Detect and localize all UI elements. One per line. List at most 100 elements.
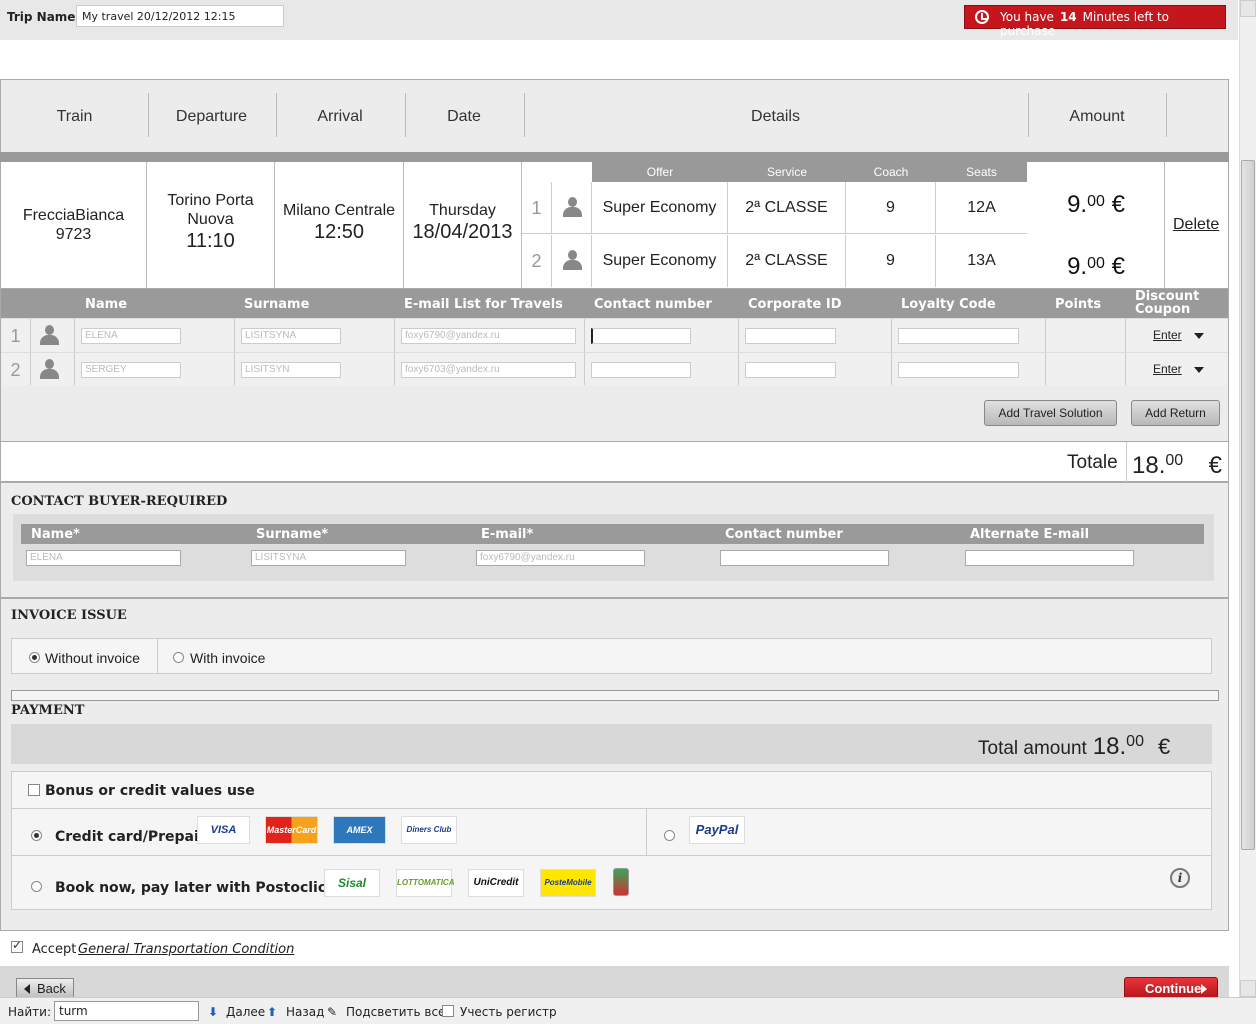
divider (646, 809, 647, 855)
amount-dec: 00 (1087, 255, 1105, 272)
header-train: Train (56, 108, 93, 125)
highlight-icon[interactable]: ✎ (327, 1005, 337, 1019)
vertical-scrollbar[interactable] (1239, 0, 1256, 997)
loyalty-input[interactable] (898, 362, 1019, 378)
contact-buyer-title: CONTACT BUYER-REQUIRED (11, 494, 228, 509)
name-input[interactable]: ELENA (81, 328, 181, 344)
contact-buyer-header: Name* Surname* E-mail* Contact number Al… (21, 524, 1204, 544)
add-return-button[interactable]: Add Return (1131, 400, 1220, 426)
postoclick-radio[interactable] (31, 881, 42, 892)
arrival-cell: Milano Centrale 12:50 (275, 162, 404, 288)
train-row: FrecciaBianca 9723 Torino Porta Nuova 11… (0, 162, 1229, 288)
arrow-up-icon[interactable]: ⬆ (267, 1005, 277, 1019)
departure-cell: Torino Porta Nuova 11:10 (147, 162, 275, 288)
seat-row: 2 Super Economy 2ª CLASSE 9 13A (522, 235, 1027, 287)
corporate-input[interactable] (745, 328, 836, 344)
divider (1164, 162, 1165, 288)
scroll-down-arrow[interactable] (1240, 980, 1256, 997)
continue-button[interactable]: Continue (1124, 977, 1218, 997)
discount-cell: Enter (1125, 353, 1228, 387)
travel-date: 18/04/2013 (412, 221, 513, 243)
loyalty-input[interactable] (898, 328, 1019, 344)
delete-link[interactable]: Delete (1173, 216, 1219, 234)
scroll-up-arrow[interactable] (1240, 0, 1256, 17)
journey-header: Train Departure Arrival Date Details Amo… (0, 79, 1229, 152)
invoice-title: INVOICE ISSUE (11, 608, 127, 623)
postoclick-label[interactable]: Book now, pay later with Postoclick (55, 880, 335, 896)
seat-row: 1 Super Economy 2ª CLASSE 9 12A (522, 182, 1027, 234)
accept-checkbox[interactable] (11, 938, 23, 953)
total-int: 18. (1132, 452, 1166, 479)
visa-logo: VISA (197, 816, 250, 844)
surname-input[interactable]: LISITSYN (241, 362, 341, 378)
scroll-thumb[interactable] (1241, 160, 1255, 850)
contact-cell (584, 319, 738, 353)
email-input[interactable]: foxy6703@yandex.ru (401, 362, 576, 378)
find-next-button[interactable]: Далее (226, 1005, 265, 1019)
total-label: Totale (1067, 452, 1118, 473)
offer-header: Offer (646, 165, 674, 179)
info-icon[interactable]: i (1170, 868, 1190, 888)
paypal-radio[interactable] (664, 830, 675, 841)
chevron-down-icon[interactable] (1194, 333, 1204, 339)
train-name: FrecciaBianca (22, 207, 125, 224)
without-invoice-radio[interactable] (29, 652, 40, 663)
credit-card-radio[interactable] (31, 830, 42, 841)
find-prev-button[interactable]: Назад (286, 1005, 324, 1019)
email-cell: foxy6790@yandex.ru (394, 319, 584, 353)
loyalty-cell (891, 319, 1045, 353)
arrow-down-icon[interactable]: ⬇ (208, 1005, 218, 1019)
col-alt-email: Alternate E-mail (970, 527, 1090, 542)
surname-input[interactable]: LISITSYNA (241, 328, 341, 344)
contact-input[interactable] (591, 328, 691, 344)
contact-input[interactable] (591, 362, 691, 378)
without-invoice-label[interactable]: Without invoice (45, 650, 140, 666)
currency: € (1111, 191, 1125, 218)
match-case-checkbox[interactable] (442, 1005, 454, 1017)
divider (12, 808, 1211, 809)
buyer-name-input[interactable]: ELENA (26, 550, 181, 566)
currency: € (1208, 452, 1222, 479)
name-input[interactable]: SERGEY (81, 362, 181, 378)
train-cell: FrecciaBianca 9723 (1, 162, 147, 288)
lottomatica-logo: LOTTOMATICA (396, 869, 454, 897)
highlight-all-button[interactable]: Подсветить все (346, 1005, 445, 1019)
match-case-label[interactable]: Учесть регистр (460, 1005, 557, 1019)
find-bar: Найти: turm ⬇ Далее ⬆ Назад ✎ Подсветить… (0, 997, 1256, 1024)
add-travel-solution-button[interactable]: Add Travel Solution (984, 400, 1117, 426)
buyer-contact-input[interactable] (720, 550, 889, 566)
find-input[interactable]: turm (54, 1001, 199, 1021)
corporate-input[interactable] (745, 362, 836, 378)
payment-total-int: 18. (1092, 733, 1127, 760)
bonus-label[interactable]: Bonus or credit values use (45, 783, 255, 799)
arrival-time: 12:50 (313, 221, 365, 243)
with-invoice-radio[interactable] (173, 652, 184, 663)
departure-station-line2: Nuova (187, 211, 234, 228)
total-dec: 00 (1165, 452, 1184, 469)
enter-coupon-link[interactable]: Enter (1153, 362, 1182, 376)
with-invoice-label[interactable]: With invoice (190, 650, 265, 666)
bonus-checkbox[interactable] (28, 784, 40, 796)
contact-cell (584, 353, 738, 387)
col-email: E-mail List for Travels (404, 297, 563, 312)
mastercard-logo: MasterCard (265, 816, 318, 844)
buyer-surname-input[interactable]: LISITSYNA (251, 550, 406, 566)
chevron-down-icon[interactable] (1194, 367, 1204, 373)
enter-coupon-link[interactable]: Enter (1153, 328, 1182, 342)
col-surname: Surname* (256, 527, 329, 542)
passenger-row: 2 SERGEY LISITSYN foxy6703@yandex.ru Ent… (1, 352, 1228, 387)
email-cell: foxy6703@yandex.ru (394, 353, 584, 387)
buyer-email-input[interactable]: foxy6790@yandex.ru (476, 550, 645, 566)
terms-link[interactable]: General Transportation Condition (78, 942, 294, 957)
trip-name-input[interactable]: My travel 20/12/2012 12:15 (76, 5, 284, 27)
passenger-number: 2 (1, 353, 31, 387)
header-amount: Amount (1069, 108, 1125, 125)
credit-card-label[interactable]: Credit card/Prepaid (55, 829, 209, 845)
checkout-page: Trip Name My travel 20/12/2012 12:15 You… (0, 0, 1238, 997)
payment-methods: Bonus or credit values use Credit card/P… (11, 771, 1212, 910)
total-value: 18.00 € (1126, 442, 1230, 483)
buyer-alt-email-input[interactable] (965, 550, 1134, 566)
email-input[interactable]: foxy6790@yandex.ru (401, 328, 576, 344)
amex-logo: AMEX (333, 816, 386, 844)
back-button[interactable]: Back (16, 978, 74, 997)
